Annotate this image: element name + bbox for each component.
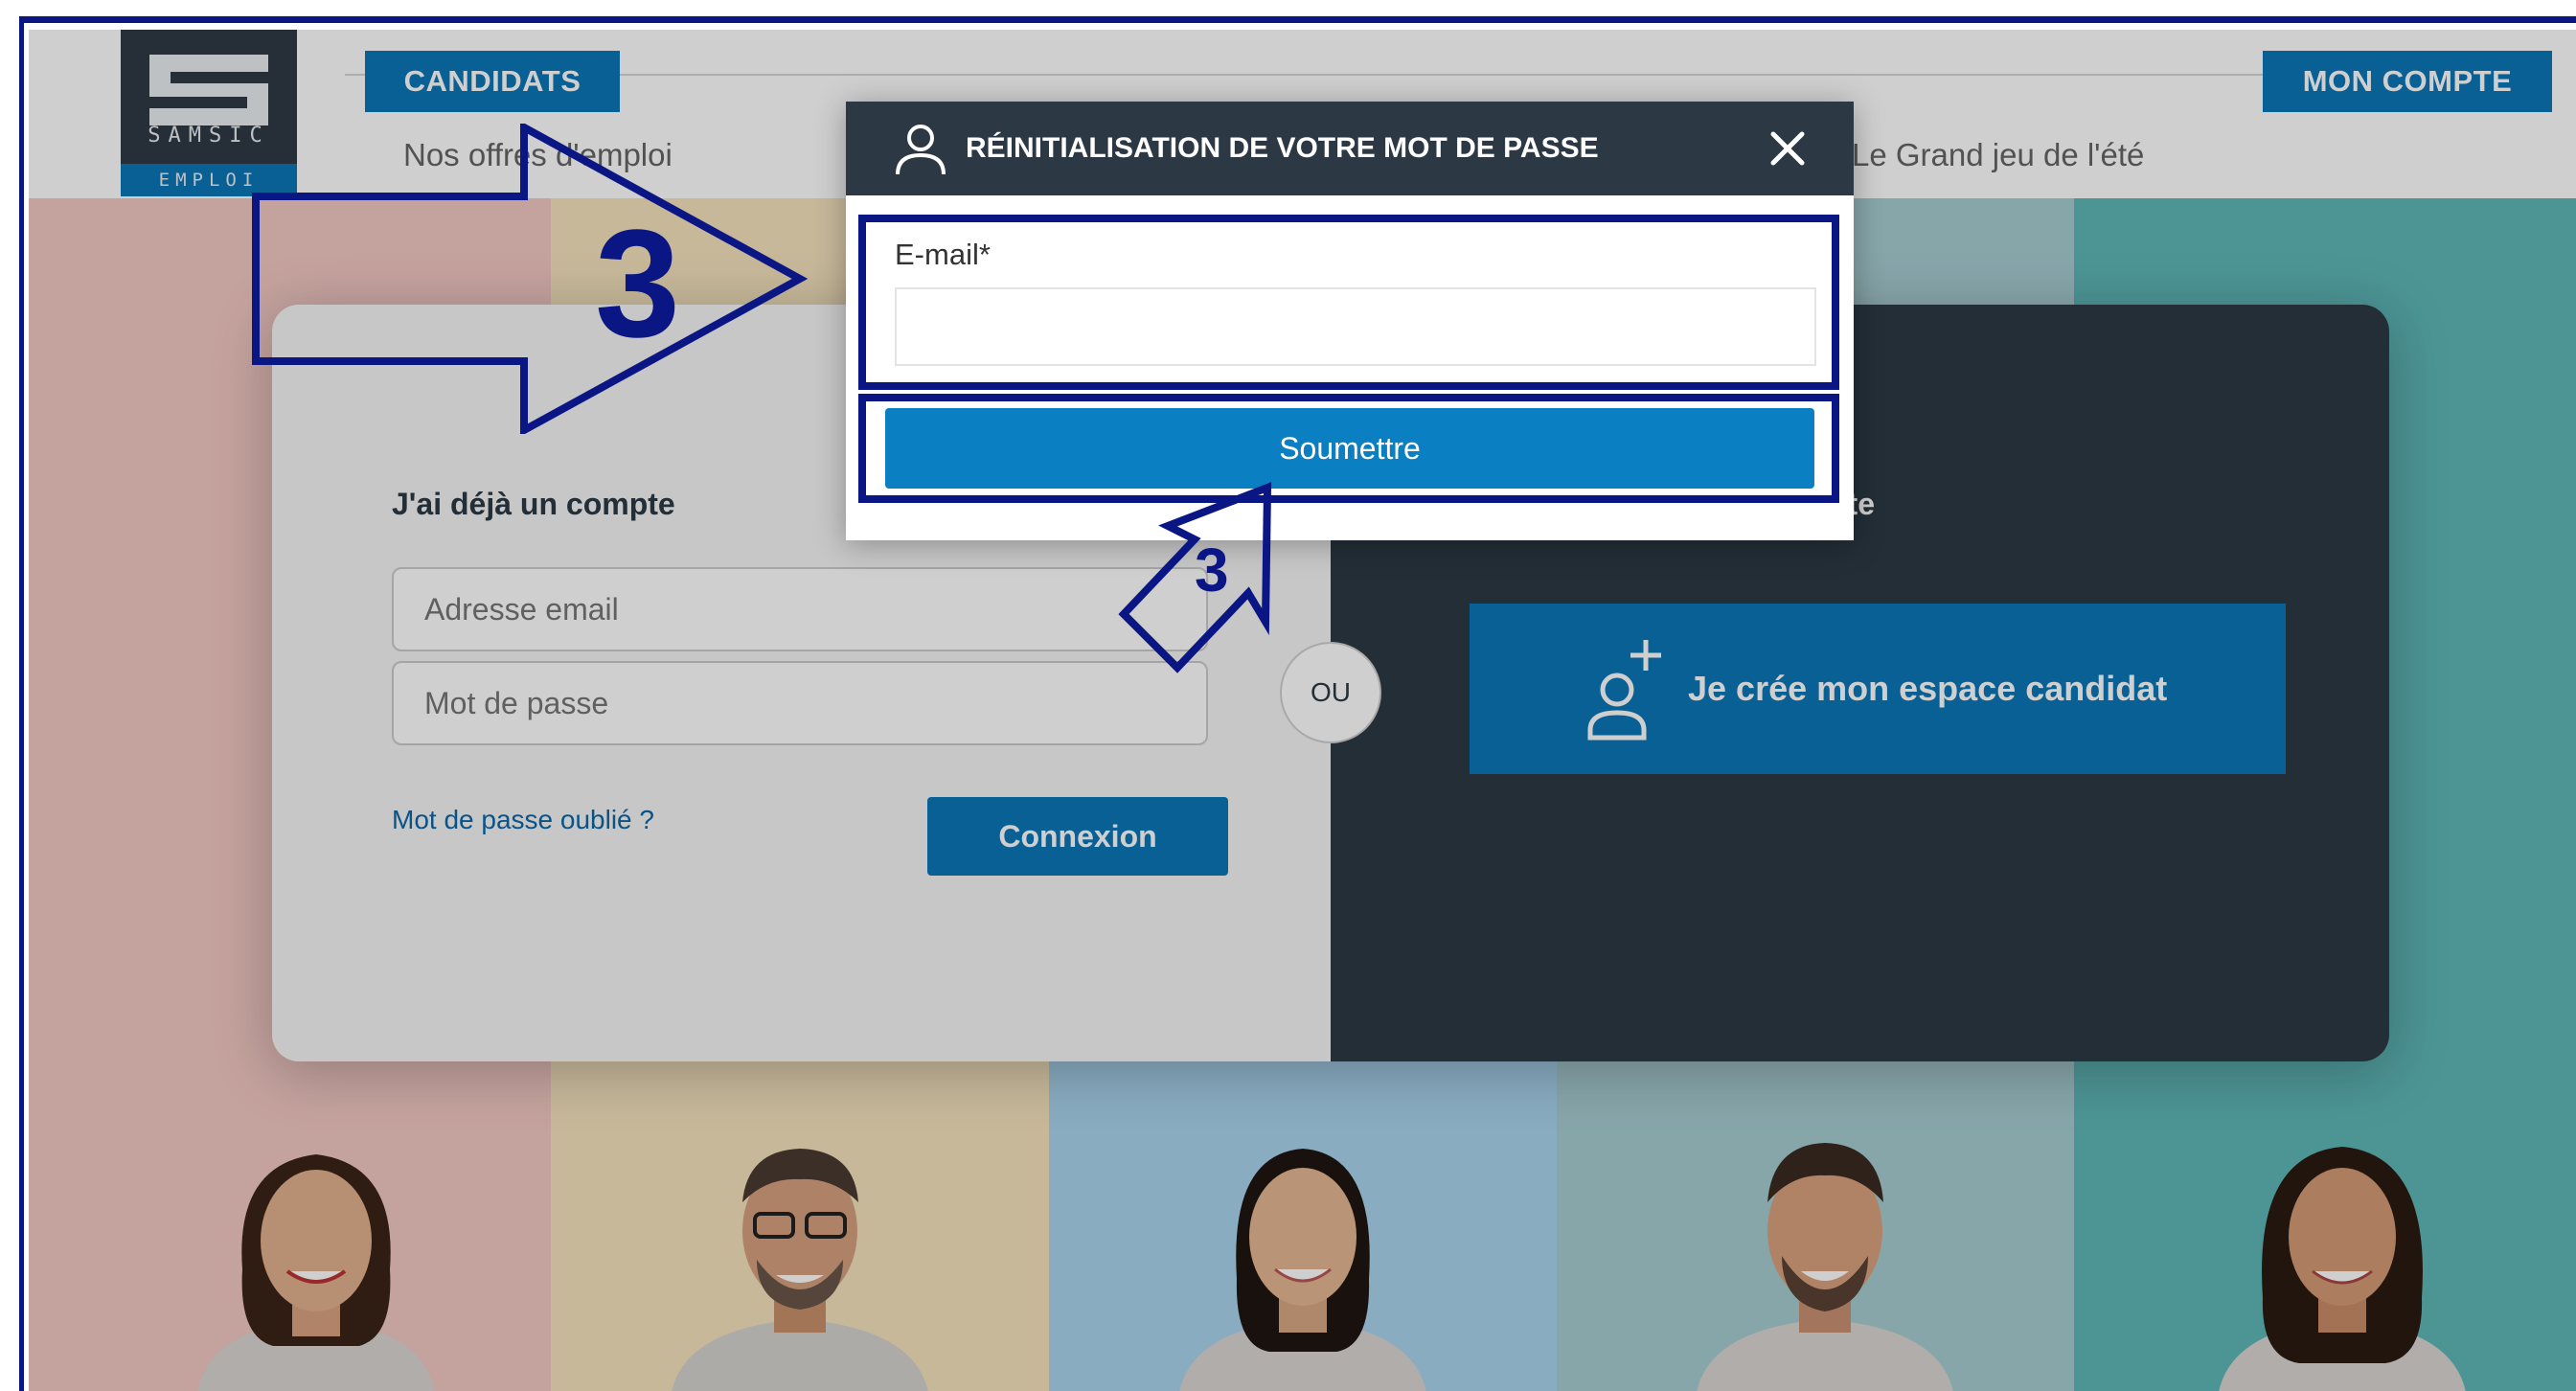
modal-title: RÉINITIALISATION DE VOTRE MOT DE PASSE: [966, 132, 1599, 164]
page: SAMSIC EMPLOI CANDIDATS MON COMPTE Nos o…: [29, 30, 2576, 1391]
step-arrow-small: 3: [1118, 482, 1272, 673]
submit-button[interactable]: Soumettre: [885, 408, 1814, 489]
step-number-small: 3: [1195, 536, 1229, 604]
email-label: E-mail*: [895, 238, 991, 271]
user-icon: [896, 125, 946, 175]
step-number-large: 3: [595, 197, 680, 369]
annotation-frame: SAMSIC EMPLOI CANDIDATS MON COMPTE Nos o…: [19, 16, 2576, 1391]
reset-email-input[interactable]: [895, 287, 1816, 366]
submit-highlight-box: Soumettre: [858, 394, 1839, 503]
email-highlight-box: E-mail*: [858, 215, 1839, 390]
step-arrow-large: 3: [252, 124, 808, 434]
modal-header: RÉINITIALISATION DE VOTRE MOT DE PASSE: [846, 102, 1854, 195]
close-icon[interactable]: [1766, 126, 1810, 171]
reset-password-modal: RÉINITIALISATION DE VOTRE MOT DE PASSE E…: [846, 102, 1854, 540]
